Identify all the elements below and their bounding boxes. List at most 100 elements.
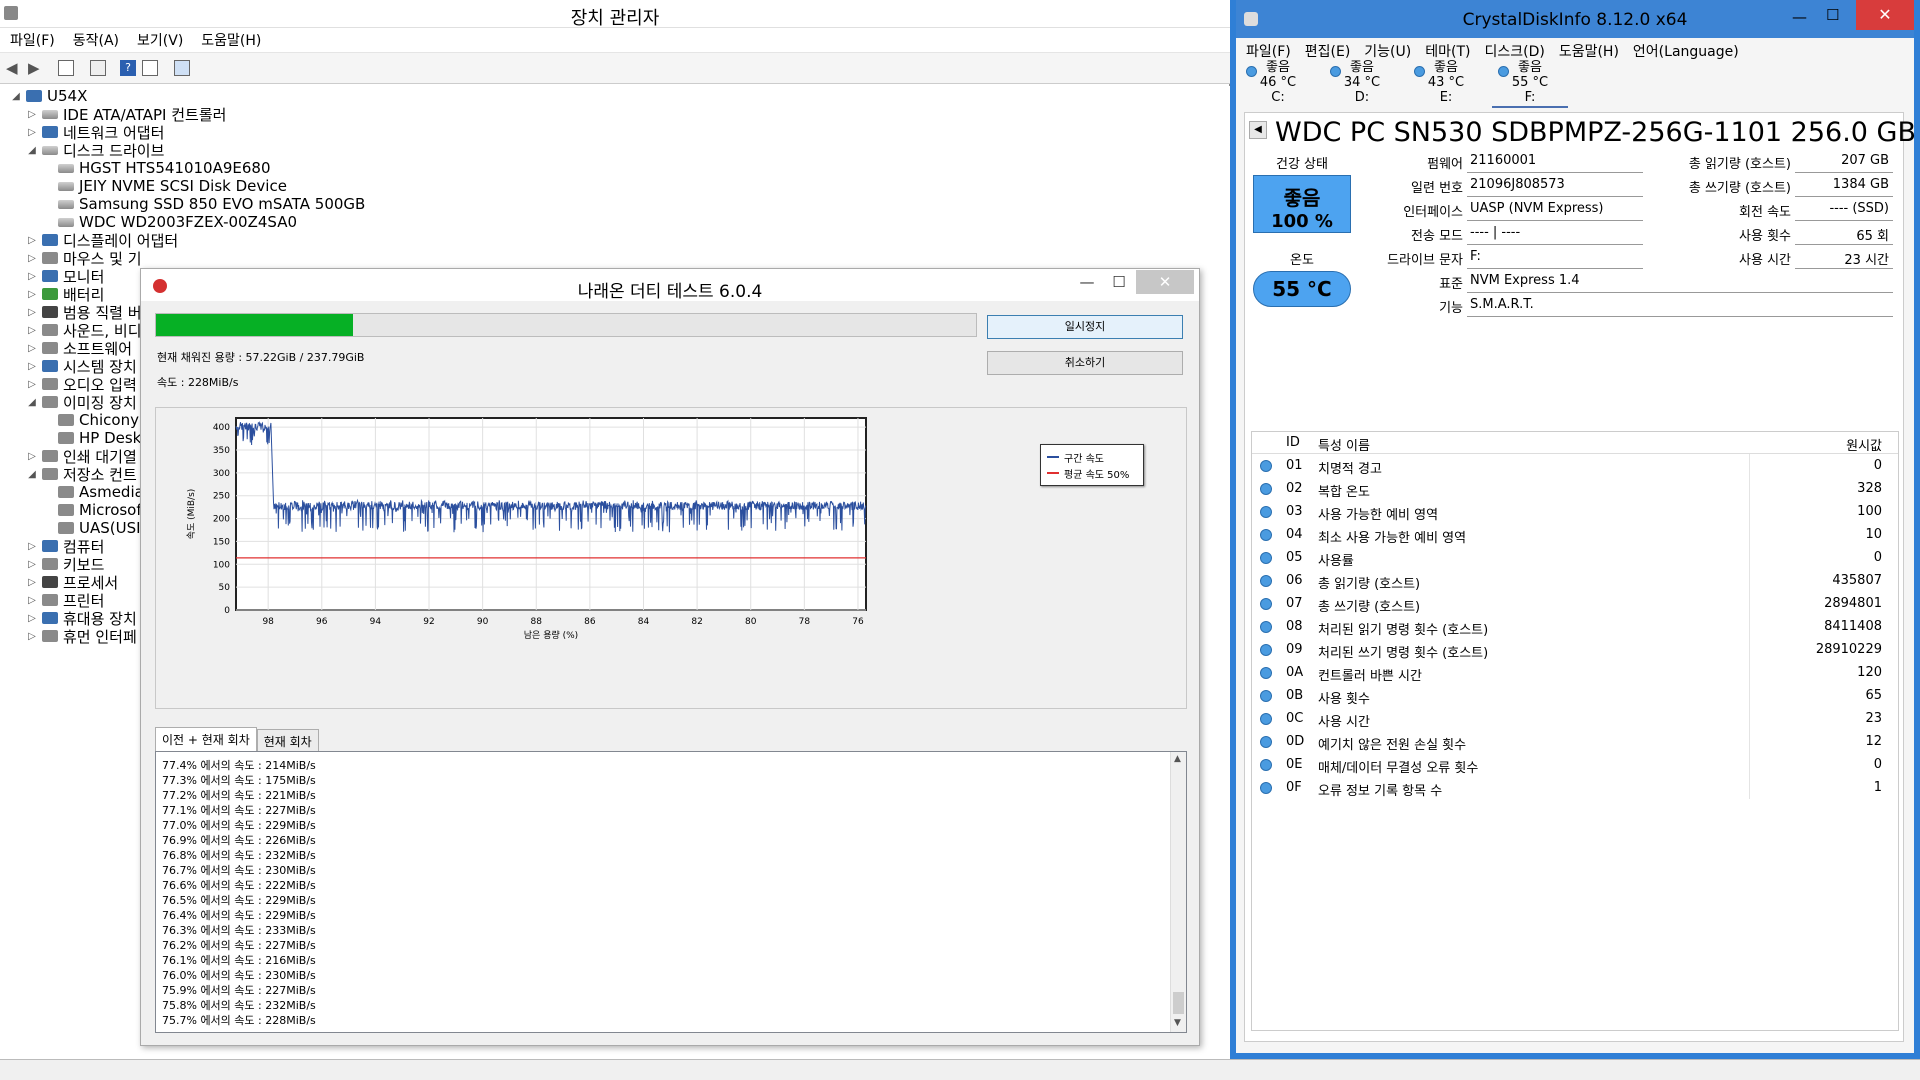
collapsed-arrow-icon[interactable]: ▷	[26, 325, 38, 336]
cdi-close-button[interactable]: ✕	[1856, 0, 1914, 30]
cdi-menu-disk[interactable]: 디스크(D)	[1484, 41, 1544, 61]
camera-icon	[58, 414, 74, 426]
tree-item[interactable]: JEIY NVME SCSI Disk Device	[42, 176, 287, 196]
smart-header-name[interactable]: 특성 이름	[1318, 435, 1370, 454]
expanded-arrow-icon[interactable]: ◢	[26, 397, 38, 408]
smart-row[interactable]: 03 사용 가능한 예비 영역 100	[1252, 500, 1898, 523]
tree-item[interactable]: HGST HTS541010A9E680	[42, 158, 271, 178]
collapsed-arrow-icon[interactable]: ▷	[26, 595, 38, 606]
smart-row[interactable]: 0A 컨트롤러 바쁜 시간 120	[1252, 661, 1898, 684]
column-separator	[1749, 638, 1750, 661]
scroll-down-icon[interactable]: ▼	[1174, 1018, 1181, 1028]
drive-button-e[interactable]: 좋음 43 °C E:	[1408, 60, 1484, 108]
rotation-rate-label: 회전 속도	[1739, 205, 1791, 220]
collapsed-arrow-icon[interactable]: ▷	[26, 253, 38, 264]
log-scrollbar[interactable]: ▲ ▼	[1170, 752, 1186, 1032]
properties-icon[interactable]	[58, 60, 74, 76]
tree-item[interactable]: ◢ 디스크 드라이브	[26, 140, 164, 160]
smart-header-raw[interactable]: 원시값	[1846, 435, 1882, 454]
tab-previous-current[interactable]: 이전 + 현재 회차	[155, 727, 257, 751]
tree-item[interactable]: ◢ 저장소 컨트	[26, 464, 137, 484]
tab-current[interactable]: 현재 회차	[256, 729, 319, 751]
expanded-arrow-icon[interactable]: ◢	[10, 91, 22, 102]
forward-arrow-icon[interactable]: ▶	[28, 60, 44, 76]
menu-action[interactable]: 동작(A)	[73, 30, 119, 50]
cdi-menu-language[interactable]: 언어(Language)	[1633, 41, 1739, 61]
collapsed-arrow-icon[interactable]: ▷	[26, 451, 38, 462]
collapsed-arrow-icon[interactable]: ▷	[26, 271, 38, 282]
minimize-button[interactable]: —	[1071, 273, 1103, 295]
cdi-menu-function[interactable]: 기능(U)	[1364, 41, 1411, 61]
collapsed-arrow-icon[interactable]: ▷	[26, 127, 38, 138]
drive-button-f[interactable]: 좋음 55 °C F:	[1492, 60, 1568, 108]
cdi-maximize-button[interactable]: ☐	[1826, 6, 1839, 24]
smart-id: 08	[1286, 619, 1303, 634]
tree-item[interactable]: Samsung SSD 850 EVO mSATA 500GB	[42, 194, 365, 214]
drive-button-c[interactable]: 좋음 46 °C C:	[1240, 60, 1316, 108]
help-icon[interactable]: ?	[120, 60, 136, 76]
tree-item[interactable]: Chicony	[42, 410, 139, 430]
collapsed-arrow-icon[interactable]: ▷	[26, 235, 38, 246]
cancel-button[interactable]: 취소하기	[987, 351, 1183, 375]
previous-disk-icon[interactable]: ◀	[1249, 121, 1267, 139]
tree-item[interactable]: Microsof	[42, 500, 142, 520]
collapsed-arrow-icon[interactable]: ▷	[26, 109, 38, 120]
status-dot-icon	[1330, 66, 1341, 77]
collapsed-arrow-icon[interactable]: ▷	[26, 631, 38, 642]
mouse-icon	[42, 252, 58, 264]
smart-attribute-name: 사용률	[1318, 554, 1354, 569]
expanded-arrow-icon[interactable]: ◢	[26, 145, 38, 156]
action-pane-icon[interactable]	[142, 60, 158, 76]
scroll-up-icon[interactable]: ▲	[1174, 754, 1181, 764]
smart-row[interactable]: 08 처리된 읽기 명령 횟수 (호스트) 8411408	[1252, 615, 1898, 638]
smart-row[interactable]: 06 총 읽기량 (호스트) 435807	[1252, 569, 1898, 592]
collapsed-arrow-icon[interactable]: ▷	[26, 307, 38, 318]
smart-row[interactable]: 02 복합 온도 328	[1252, 477, 1898, 500]
tree-item[interactable]: Asmedia	[42, 482, 144, 502]
pause-button[interactable]: 일시정지	[987, 315, 1183, 339]
drive-letter-label: 드라이브 문자	[1387, 253, 1463, 268]
collapsed-arrow-icon[interactable]: ▷	[26, 613, 38, 624]
expanded-arrow-icon[interactable]: ◢	[26, 469, 38, 480]
smart-row[interactable]: 0D 예기치 않은 전원 손실 횟수 12	[1252, 730, 1898, 753]
close-button[interactable]: ✕	[1136, 270, 1194, 294]
tree-item[interactable]: ◢ 이미징 장치	[26, 392, 137, 412]
smart-row[interactable]: 0C 사용 시간 23	[1252, 707, 1898, 730]
smart-attribute-name: 예기치 않은 전원 손실 횟수	[1318, 738, 1467, 753]
collapsed-arrow-icon[interactable]: ▷	[26, 559, 38, 570]
scan-hardware-icon[interactable]	[174, 60, 190, 76]
collapsed-arrow-icon[interactable]: ▷	[26, 379, 38, 390]
cdi-menu-file[interactable]: 파일(F)	[1246, 41, 1291, 61]
smart-row[interactable]: 0E 매체/데이터 무결성 오류 횟수 0	[1252, 753, 1898, 776]
collapsed-arrow-icon[interactable]: ▷	[26, 361, 38, 372]
collapsed-arrow-icon[interactable]: ▷	[26, 541, 38, 552]
show-hide-console-tree-icon[interactable]	[90, 60, 106, 76]
column-separator	[1749, 477, 1750, 500]
smart-row[interactable]: 01 치명적 경고 0	[1252, 454, 1898, 477]
smart-row[interactable]: 07 총 쓰기량 (호스트) 2894801	[1252, 592, 1898, 615]
tree-item[interactable]: ▷ 휴먼 인터페	[26, 626, 137, 646]
cdi-menu-edit[interactable]: 편집(E)	[1305, 41, 1351, 61]
smart-row[interactable]: 0B 사용 횟수 65	[1252, 684, 1898, 707]
scroll-thumb[interactable]	[1173, 992, 1184, 1014]
smart-status-dot-icon	[1260, 621, 1272, 633]
cdi-menu-help[interactable]: 도움말(H)	[1559, 41, 1619, 61]
back-arrow-icon[interactable]: ◀	[6, 60, 22, 76]
smart-row[interactable]: 05 사용률 0	[1252, 546, 1898, 569]
smart-status-dot-icon	[1260, 759, 1272, 771]
cdi-menu-theme[interactable]: 테마(T)	[1425, 41, 1470, 61]
smart-row[interactable]: 09 처리된 쓰기 명령 횟수 (호스트) 28910229	[1252, 638, 1898, 661]
menu-help[interactable]: 도움말(H)	[201, 30, 261, 50]
maximize-button[interactable]: ☐	[1103, 273, 1135, 295]
collapsed-arrow-icon[interactable]: ▷	[26, 289, 38, 300]
smart-header-id[interactable]: ID	[1286, 435, 1300, 450]
smart-row[interactable]: 04 최소 사용 가능한 예비 영역 10	[1252, 523, 1898, 546]
collapsed-arrow-icon[interactable]: ▷	[26, 343, 38, 354]
smart-attribute-name: 치명적 경고	[1318, 462, 1382, 477]
drive-button-d[interactable]: 좋음 34 °C D:	[1324, 60, 1400, 108]
collapsed-arrow-icon[interactable]: ▷	[26, 577, 38, 588]
smart-row[interactable]: 0F 오류 정보 기록 항목 수 1	[1252, 776, 1898, 799]
cdi-minimize-button[interactable]: —	[1792, 8, 1807, 26]
menu-view[interactable]: 보기(V)	[137, 30, 183, 50]
menu-file[interactable]: 파일(F)	[10, 30, 55, 50]
